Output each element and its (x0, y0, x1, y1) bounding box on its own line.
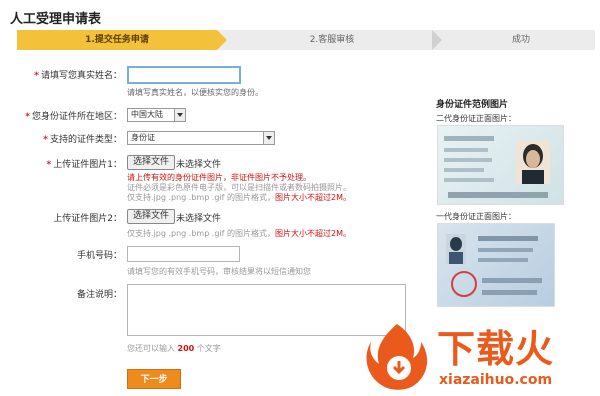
idtype-row: * 支持的证件类型： (0, 132, 122, 146)
name-row: * 请填写您真实姓名： (0, 68, 122, 82)
upload1-choose-file-button[interactable]: 选择文件 (127, 155, 176, 170)
watermark: 下载火 xiazaihuo.com (355, 316, 600, 396)
name-label: 请填写您真实姓名： (40, 71, 122, 81)
upload2-choose-file-button[interactable]: 选择文件 (127, 209, 176, 224)
step-arrow (432, 30, 442, 50)
required-mark: * (46, 160, 52, 170)
upload1-row: * 上传证件图片1： (0, 157, 122, 171)
phone-input[interactable] (127, 246, 240, 262)
remark-char-counter: 您还可以输入 200 个文字 (127, 344, 221, 353)
sample-panel-title: 身份证件范例图片 (436, 100, 509, 110)
region-select[interactable]: 中国大陆 (127, 108, 186, 122)
upload2-file-status: 未选择文件 (176, 214, 222, 224)
watermark-text: 下载火 (437, 327, 555, 371)
required-mark: * (34, 71, 39, 81)
upload1-size-limit: 图片大小不超过2M。 (275, 193, 352, 202)
next-step-button[interactable]: 下一步 (127, 369, 181, 389)
chevron-down-icon (263, 132, 274, 144)
chevron-down-icon (174, 109, 185, 121)
idtype-value: 身份证 (131, 133, 155, 142)
step-review: 2.客服审核 (309, 35, 355, 45)
upload2-label: 上传证件图片2： (53, 214, 122, 224)
name-hint: 请填写真实姓名，以便核实您的身份。 (127, 88, 263, 97)
upload2-row: 上传证件图片2： (0, 211, 122, 225)
upload1-label: 上传证件图片1： (53, 160, 122, 170)
upload2-format-hint: 仅支持.jpg .png .bmp .gif 的图片格式，图片大小不超过2M。 (127, 229, 352, 238)
second-gen-id-sample-image (437, 125, 564, 205)
second-gen-id-caption: 二代身份证正面图片： (436, 114, 516, 123)
page-title: 人工受理申请表 (10, 12, 102, 27)
name-input[interactable] (127, 66, 241, 84)
step-success: 成功 (511, 35, 530, 45)
upload1-file-status: 未选择文件 (176, 160, 222, 170)
region-value: 中国大陆 (131, 110, 163, 119)
watermark-url: xiazaihuo.com (439, 372, 553, 388)
idtype-select[interactable]: 身份证 (127, 131, 275, 145)
phone-label: 手机号码： (76, 251, 122, 261)
region-label: 您身份证件所在地区： (31, 112, 122, 122)
upload1-format-hint: 仅支持.jpg .png .bmp .gif 的图片格式，图片大小不超过2M。 (127, 193, 352, 202)
region-row: * 您身份证件所在地区： (0, 109, 122, 123)
step-arrow (217, 30, 227, 50)
step-submit-request: 1.提交任务申请 (17, 30, 217, 50)
remark-row: 备注说明： (0, 287, 122, 301)
remark-remaining-count: 200 (177, 344, 195, 353)
flame-logo-icon (366, 324, 428, 390)
required-mark: * (43, 135, 48, 145)
remark-label: 备注说明： (76, 290, 122, 300)
first-gen-id-sample-image (437, 223, 555, 307)
first-gen-id-caption: 一代身份证正面图片： (436, 212, 516, 221)
phone-hint: 请填写您的有效手机号码，审核结果将以短信通知您 (127, 267, 311, 276)
step-bar: 1.提交任务申请 2.客服审核 成功 (17, 30, 595, 50)
idtype-label: 支持的证件类型： (49, 135, 122, 145)
phone-row: 手机号码： (0, 248, 122, 262)
upload2-size-limit: 图片大小不超过2M。 (275, 229, 352, 238)
required-mark: * (25, 112, 30, 122)
